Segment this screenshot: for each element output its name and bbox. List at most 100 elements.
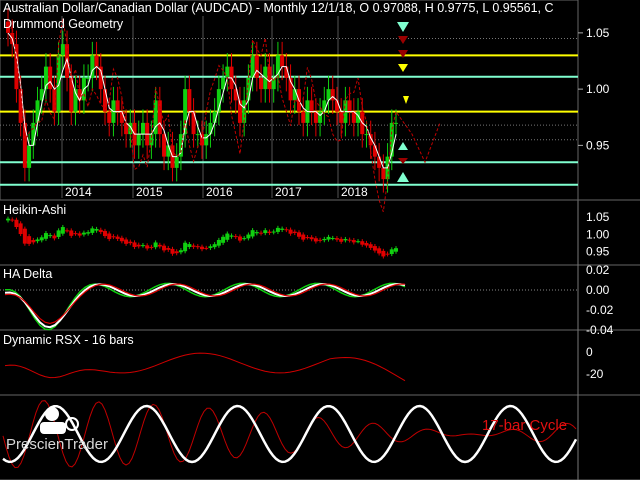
candle-body — [334, 100, 339, 112]
ha-candle-body — [145, 245, 150, 249]
ha-candle-body — [377, 248, 382, 254]
x-tick-label: 2015 — [136, 185, 163, 199]
ha-candle-body — [18, 223, 23, 235]
ha-candle-body — [39, 237, 44, 241]
ha-candle-body — [10, 219, 15, 221]
ha-y-tick-label: 1.00 — [586, 227, 610, 241]
ha-candle-body — [284, 229, 289, 231]
ha-candle-body — [204, 247, 209, 249]
y-tick-label: 1.05 — [586, 26, 610, 40]
ha-candle-body — [86, 232, 91, 234]
candle-body — [339, 111, 344, 123]
candle-body — [377, 156, 382, 168]
candle-body — [318, 111, 323, 123]
candle-body — [394, 122, 398, 124]
candle-body — [200, 134, 204, 146]
ha-delta-label: HA Delta — [3, 267, 53, 281]
ha-candle-body — [31, 240, 36, 243]
rsx-y-tick-label: 0 — [586, 345, 593, 359]
ha-candle-body — [187, 244, 192, 247]
candle-body — [119, 111, 124, 123]
ha-candle-body — [381, 250, 386, 257]
cycle-white-line — [2, 404, 578, 464]
ha-candle-body — [6, 218, 10, 221]
ha-candle-body — [326, 236, 331, 240]
ha-candle-body — [309, 237, 314, 240]
ha-candle-body — [73, 233, 78, 235]
cyan-up-triangle — [397, 172, 409, 182]
yellow-down-triangle — [398, 64, 408, 72]
ha-candle-body — [153, 242, 158, 248]
ha-candle-body — [43, 233, 48, 239]
candle-body — [136, 134, 141, 146]
delta-y-tick-label: -0.02 — [586, 303, 614, 317]
candle-body — [140, 122, 145, 135]
ha-candle-body — [242, 238, 247, 240]
delta-y-tick-label: 0.02 — [586, 263, 610, 277]
candle-body — [301, 111, 306, 123]
ha-candle-body — [288, 229, 293, 234]
ha-candle-body — [313, 238, 318, 242]
rsx-y-tick-label: -20 — [586, 367, 604, 381]
x-tick-label: 2014 — [65, 185, 92, 199]
ha-candle-body — [69, 230, 74, 236]
candle-body — [162, 134, 167, 157]
ha-candle-body — [132, 242, 137, 248]
candle-body — [259, 77, 264, 90]
ha-candle-body — [339, 238, 344, 242]
ha-candle-body — [166, 248, 171, 250]
x-tick-label: 2018 — [341, 185, 368, 199]
ha-candle-body — [174, 251, 179, 254]
candle-body — [187, 89, 192, 112]
x-tick-label: 2016 — [206, 185, 233, 199]
ha-candle-body — [22, 228, 27, 244]
ha-candle-body — [254, 232, 259, 234]
ha-candle-body — [318, 239, 323, 241]
ha-candle-body — [250, 230, 255, 237]
chart-title: Australian Dollar/Canadian Dollar (AUDCA… — [3, 1, 554, 15]
candle-body — [225, 66, 230, 78]
candle-body — [48, 66, 53, 90]
ha-candle-body — [195, 246, 200, 248]
candle-body — [309, 100, 314, 112]
y-tick-label: 1.00 — [586, 82, 610, 96]
cycle-label: 17-bar Cycle — [482, 417, 568, 434]
ha-candle-body — [372, 246, 377, 251]
ha-candle-body — [124, 239, 129, 244]
x-tick-label: 2017 — [275, 185, 302, 199]
ha-candle-body — [103, 230, 107, 237]
ha-candle-body — [292, 231, 297, 233]
ha-candle-body — [259, 232, 264, 234]
ha-candle-body — [136, 244, 141, 247]
ha-candle-body — [360, 241, 365, 245]
ha-candle-body — [111, 236, 116, 238]
ha-candle-body — [65, 230, 70, 232]
ha-candle-body — [14, 219, 19, 228]
candle-body — [292, 89, 297, 101]
candle-body — [166, 145, 171, 157]
ha-candle-body — [343, 239, 348, 241]
candle-body — [280, 55, 285, 67]
ha-candle-body — [157, 244, 162, 247]
ha-candle-body — [356, 241, 361, 243]
candle-body — [208, 122, 213, 135]
y-tick-label: 0.95 — [586, 138, 610, 152]
ha-candle-body — [128, 241, 133, 244]
ha-candle-body — [267, 231, 272, 233]
ha-candle-body — [183, 242, 188, 252]
candle-body — [372, 145, 377, 157]
ha-candle-body — [35, 239, 40, 242]
candle-body — [195, 134, 200, 136]
candle-body — [22, 122, 27, 168]
prescientrader-logo-text: PrescienTrader — [6, 436, 108, 453]
candle-body — [107, 111, 112, 123]
ha-candle-body — [237, 236, 242, 241]
ha-candle-body — [149, 246, 154, 248]
ha-candle-body — [178, 250, 183, 253]
yellow-down-triangle — [403, 96, 409, 104]
rsx-line — [4, 352, 406, 382]
ha-candle-body — [275, 227, 280, 232]
ha-candle-body — [301, 234, 306, 240]
candle-body — [254, 55, 259, 78]
ha-candle-body — [115, 236, 120, 239]
